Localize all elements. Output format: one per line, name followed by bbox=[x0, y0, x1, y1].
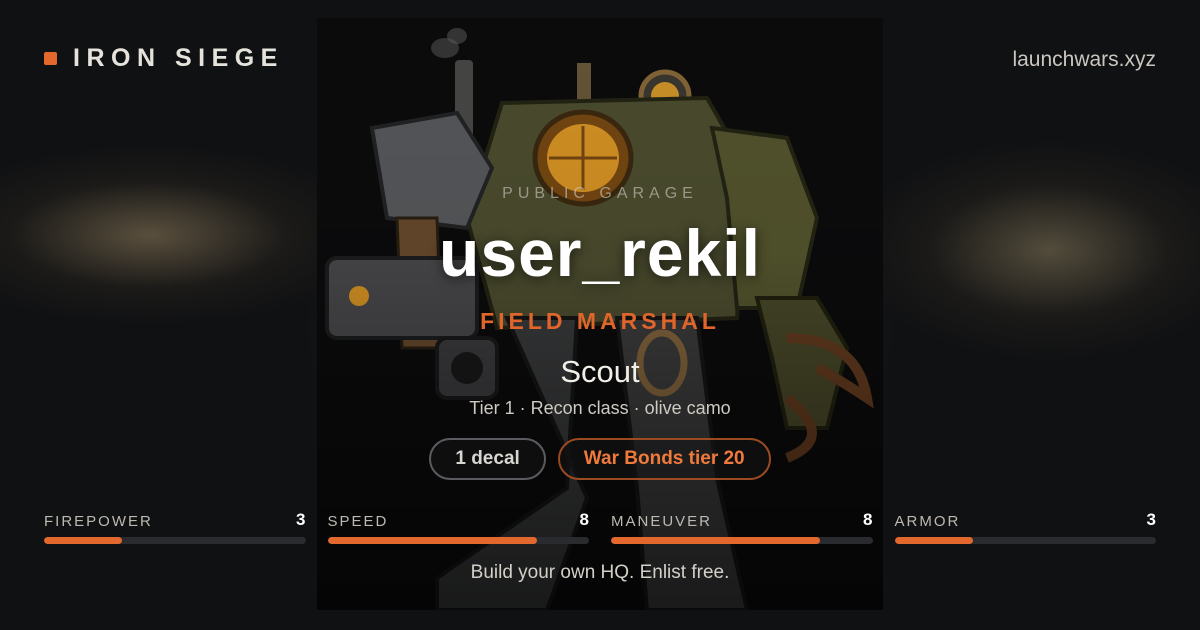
mech-name: Scout bbox=[560, 354, 640, 389]
stats-row: FIREPOWER 3 SPEED 8 MANEUVER 8 ARMOR 3 bbox=[44, 508, 1156, 544]
badges-row: 1 decal War Bonds tier 20 bbox=[0, 438, 1200, 480]
mech-description: Tier 1 · Recon class · olive camo bbox=[469, 398, 731, 418]
stat-value: 3 bbox=[1146, 510, 1156, 529]
war-bonds-badge: War Bonds tier 20 bbox=[557, 438, 771, 480]
stat-bar-fill bbox=[327, 537, 537, 544]
stat-maneuver: MANEUVER 8 bbox=[611, 508, 873, 544]
decal-badge: 1 decal bbox=[429, 438, 546, 480]
stat-label: FIREPOWER bbox=[44, 513, 153, 530]
stat-bar-fill bbox=[894, 537, 973, 544]
brand-header: IRON SIEGE bbox=[44, 44, 284, 73]
rank-title: FIELD MARSHAL bbox=[480, 308, 720, 334]
stat-bar bbox=[327, 537, 589, 544]
garage-label: PUBLIC GARAGE bbox=[502, 185, 698, 202]
stat-armor: ARMOR 3 bbox=[894, 508, 1156, 544]
stat-bar bbox=[611, 537, 873, 544]
stat-label: ARMOR bbox=[894, 513, 961, 530]
site-url[interactable]: launchwars.xyz bbox=[1012, 48, 1156, 72]
stat-value: 3 bbox=[296, 510, 306, 529]
username: user_rekil bbox=[439, 216, 761, 290]
square-dot-icon bbox=[44, 52, 57, 65]
stat-label: MANEUVER bbox=[611, 513, 713, 530]
stat-label: SPEED bbox=[327, 513, 389, 530]
stat-bar-fill bbox=[44, 537, 123, 544]
stat-value: 8 bbox=[863, 510, 873, 529]
stat-value: 8 bbox=[579, 510, 589, 529]
stat-bar bbox=[44, 537, 306, 544]
stat-speed: SPEED 8 bbox=[327, 508, 589, 544]
brand-name: IRON SIEGE bbox=[73, 44, 284, 72]
stat-bar-fill bbox=[611, 537, 821, 544]
stat-firepower: FIREPOWER 3 bbox=[44, 508, 306, 544]
footer-cta[interactable]: Build your own HQ. Enlist free. bbox=[0, 562, 1200, 584]
stat-bar bbox=[894, 537, 1156, 544]
